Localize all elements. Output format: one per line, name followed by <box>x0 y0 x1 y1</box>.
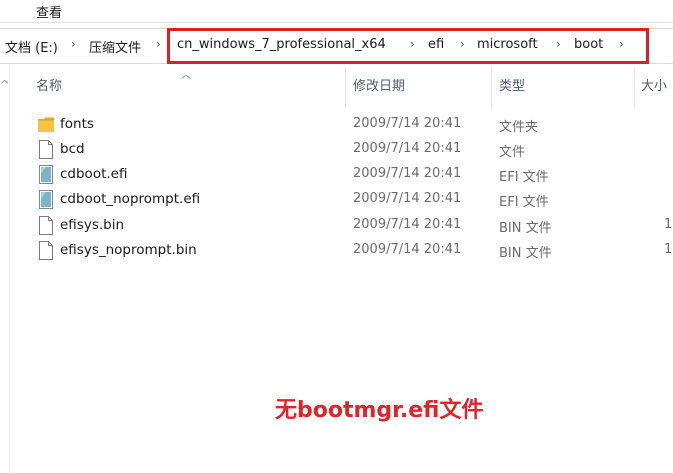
column-divider[interactable] <box>345 68 346 108</box>
column-divider[interactable] <box>634 68 635 108</box>
file-name: cdboot.efi <box>60 166 128 182</box>
chevron-right-icon[interactable]: › <box>619 37 624 51</box>
file-size: 1, <box>664 217 673 232</box>
breadcrumb-compressed[interactable]: 压缩文件 <box>89 37 141 56</box>
file-name: efisys_noprompt.bin <box>60 242 197 258</box>
column-header-size-label: 大小 <box>641 79 668 94</box>
file-row-cdboot-efi[interactable]: cdboot.efi 2009/7/14 20:41 EFI 文件 <box>30 162 673 187</box>
file-type: EFI 文件 <box>499 170 549 185</box>
breadcrumb-windows-folder[interactable]: cn_windows_7_professional_x64 <box>177 37 386 52</box>
file-name: bcd <box>60 141 85 157</box>
column-header-type-label: 类型 <box>499 79 526 94</box>
breadcrumb-efi[interactable]: efi <box>428 37 444 52</box>
file-icon <box>38 241 54 260</box>
file-modified: 2009/7/14 20:41 <box>353 141 462 156</box>
file-name: cdboot_noprompt.efi <box>60 191 201 207</box>
breadcrumb-drive[interactable]: 文档 (E:) <box>5 37 58 56</box>
file-row-cdboot-noprompt-efi[interactable]: cdboot_noprompt.efi 2009/7/14 20:41 EFI … <box>30 187 673 212</box>
file-modified: 2009/7/14 20:41 <box>353 217 462 232</box>
column-header-name-label: 名称 <box>36 79 63 94</box>
address-bar[interactable]: 文档 (E:) › 压缩文件 › cn_windows_7_profession… <box>0 28 673 64</box>
breadcrumb-boot[interactable]: boot <box>574 37 603 52</box>
file-icon <box>38 140 54 159</box>
chevron-right-icon[interactable]: › <box>71 37 76 51</box>
file-row-bcd[interactable]: bcd 2009/7/14 20:41 文件 <box>30 137 673 162</box>
chevron-right-icon[interactable]: › <box>556 37 561 51</box>
column-header-modified[interactable]: 修改日期 <box>353 76 488 104</box>
file-icon <box>38 216 54 235</box>
file-modified: 2009/7/14 20:41 <box>353 191 462 206</box>
breadcrumb-microsoft[interactable]: microsoft <box>477 37 538 52</box>
menu-bar: 查看 <box>0 0 673 22</box>
chevron-up-icon[interactable]: ^ <box>0 78 9 91</box>
file-type: EFI 文件 <box>499 195 549 210</box>
menu-view[interactable]: 查看 <box>34 1 64 22</box>
file-name: efisys.bin <box>60 217 125 233</box>
file-name: fonts <box>60 116 94 132</box>
folder-icon <box>38 115 54 134</box>
column-header-size[interactable]: 大小 <box>641 76 673 104</box>
file-size: 1, <box>664 242 673 257</box>
file-type: BIN 文件 <box>499 246 552 261</box>
navigation-pane-edge <box>9 64 10 473</box>
file-row-efisys-noprompt-bin[interactable]: efisys_noprompt.bin 2009/7/14 20:41 BIN … <box>30 238 673 263</box>
file-type: 文件夹 <box>499 120 539 135</box>
column-divider[interactable] <box>491 68 492 108</box>
column-header-type[interactable]: 类型 <box>499 76 629 104</box>
annotation-caption: 无bootmgr.efi文件 <box>275 398 484 423</box>
menu-divider <box>0 22 673 23</box>
column-header-modified-label: 修改日期 <box>353 79 406 94</box>
efi-file-icon <box>38 190 54 209</box>
file-type: 文件 <box>499 145 526 160</box>
file-modified: 2009/7/14 20:41 <box>353 242 462 257</box>
file-row-efisys-bin[interactable]: efisys.bin 2009/7/14 20:41 BIN 文件 1, <box>30 213 673 238</box>
efi-file-icon <box>38 165 54 184</box>
file-row-fonts[interactable]: fonts 2009/7/14 20:41 文件夹 <box>30 112 673 137</box>
file-modified: 2009/7/14 20:41 <box>353 116 462 131</box>
file-type: BIN 文件 <box>499 221 552 236</box>
column-header-name[interactable]: 名称 <box>36 76 341 104</box>
chevron-right-icon[interactable]: › <box>460 37 465 51</box>
file-modified: 2009/7/14 20:41 <box>353 166 462 181</box>
chevron-right-icon[interactable]: › <box>156 37 161 51</box>
chevron-right-icon[interactable]: › <box>410 37 415 51</box>
file-explorer-window: 查看 文档 (E:) › 压缩文件 › cn_windows_7_profess… <box>0 0 673 473</box>
